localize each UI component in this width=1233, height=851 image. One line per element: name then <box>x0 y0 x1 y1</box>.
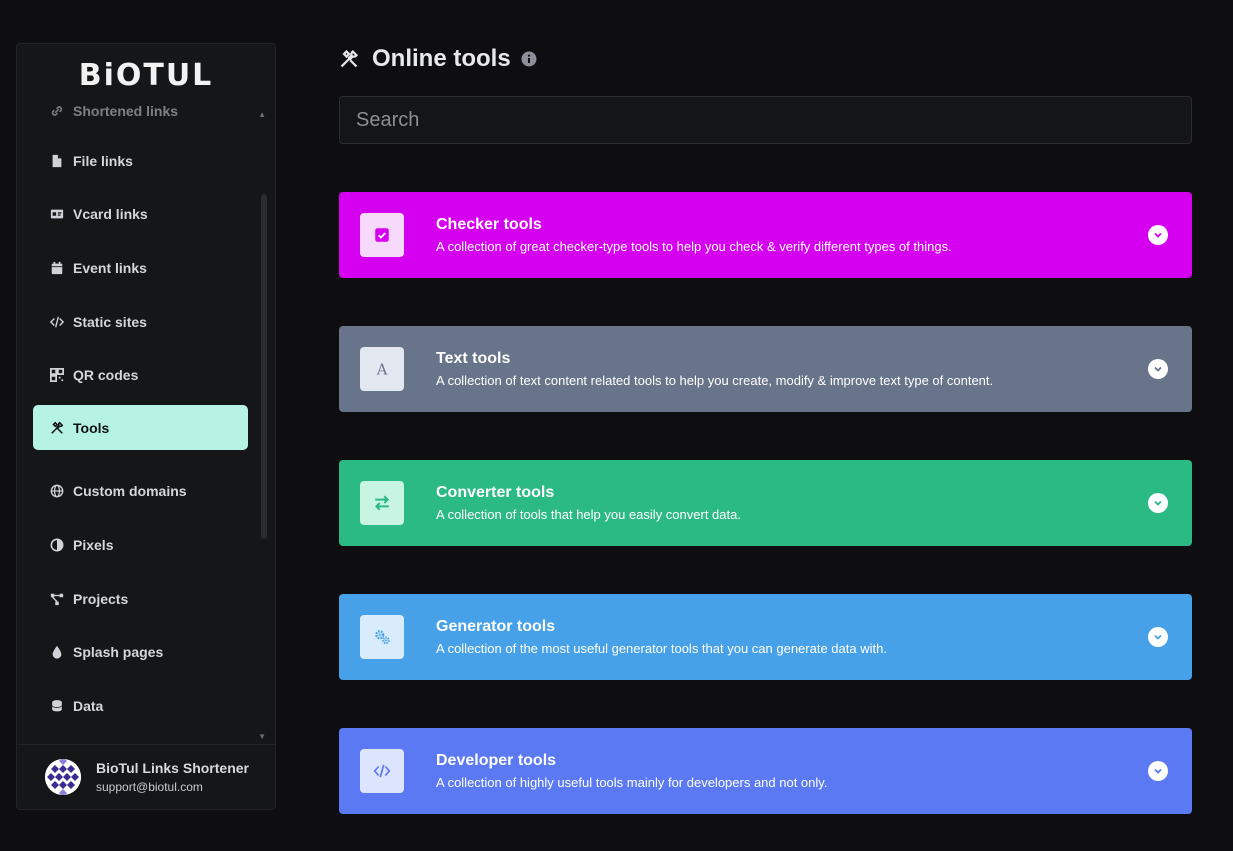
sidebar-item-label: Tools <box>73 419 110 436</box>
tools-icon <box>50 421 64 435</box>
sidebar-item-label: QR codes <box>73 366 139 383</box>
sidebar-item-label: Data <box>73 697 104 714</box>
user-name: BioTul Links Shortener <box>96 760 249 776</box>
category-card-converter-tools[interactable]: Converter tools A collection of tools th… <box>339 460 1192 546</box>
card-description: A collection of text content related too… <box>436 373 994 388</box>
card-description: A collection of the most useful generato… <box>436 641 887 656</box>
logo-text: BiOTUL <box>78 57 214 93</box>
chevron-down-icon[interactable] <box>1148 761 1168 781</box>
svg-text:A: A <box>376 362 388 378</box>
chevron-down-icon[interactable] <box>1148 225 1168 245</box>
globe-icon <box>50 484 64 498</box>
card-title: Text tools <box>436 350 511 367</box>
card-title: Developer tools <box>436 752 557 769</box>
page-title: Online tools <box>372 45 511 72</box>
user-profile[interactable]: BioTul Links Shortener support@biotul.co… <box>17 744 275 809</box>
check-square-icon <box>360 213 404 257</box>
scroll-down-arrow[interactable]: ▼ <box>258 732 266 741</box>
sidebar-item-label: Pixels <box>73 536 114 553</box>
main-content: Online tools Checker tools A collection … <box>339 40 1192 814</box>
project-diagram-icon <box>50 592 64 606</box>
exchange-icon <box>360 481 404 525</box>
page-header: Online tools <box>339 40 1192 78</box>
card-title: Generator tools <box>436 618 556 635</box>
sidebar-item-label: Vcard links <box>73 205 148 222</box>
sidebar-item-custom-domains[interactable]: Custom domains <box>33 468 248 513</box>
sidebar-item-projects[interactable]: Projects <box>33 576 248 621</box>
link-icon <box>50 106 64 118</box>
card-title: Converter tools <box>436 484 555 501</box>
info-icon[interactable] <box>521 51 537 67</box>
sidebar-item-file-links[interactable]: File links <box>33 138 248 183</box>
sidebar-item-shortened-links[interactable]: Shortened links <box>33 106 248 133</box>
database-icon <box>50 699 64 713</box>
logo[interactable]: BiOTUL <box>17 44 275 106</box>
sidebar-item-vcard-links[interactable]: Vcard links <box>33 191 248 236</box>
avatar <box>45 759 81 795</box>
chevron-down-icon[interactable] <box>1148 627 1168 647</box>
chevron-down-icon[interactable] <box>1148 493 1168 513</box>
calendar-icon <box>50 261 64 275</box>
sidebar: BiOTUL Shortened links File links Vcard … <box>16 43 276 810</box>
card-description: A collection of highly useful tools main… <box>436 775 828 790</box>
scroll-up-arrow[interactable]: ▲ <box>258 110 266 119</box>
card-title: Checker tools <box>436 216 542 233</box>
qrcode-icon <box>50 367 64 382</box>
sidebar-item-label: Projects <box>73 590 129 607</box>
id-card-icon <box>50 207 64 221</box>
card-description: A collection of great checker-type tools… <box>436 239 952 254</box>
droplet-icon <box>50 645 64 659</box>
category-card-text-tools[interactable]: A Text tools A collection of text conten… <box>339 326 1192 412</box>
sidebar-item-label: Static sites <box>73 313 147 330</box>
sidebar-item-label: File links <box>73 152 133 169</box>
sidebar-item-tools[interactable]: Tools <box>33 405 248 450</box>
sidebar-nav: Shortened links File links Vcard links E… <box>17 106 275 746</box>
search-input[interactable] <box>339 96 1192 144</box>
category-card-developer-tools[interactable]: Developer tools A collection of highly u… <box>339 728 1192 814</box>
sidebar-scrollbar[interactable] <box>261 194 267 539</box>
category-card-checker-tools[interactable]: Checker tools A collection of great chec… <box>339 192 1192 278</box>
user-email: support@biotul.com <box>96 780 203 794</box>
adjust-icon <box>50 538 64 552</box>
sidebar-item-pixels[interactable]: Pixels <box>33 522 248 567</box>
sidebar-item-label: Splash pages <box>73 643 164 660</box>
sidebar-item-splash-pages[interactable]: Splash pages <box>33 629 248 674</box>
sidebar-item-label: Event links <box>73 259 147 276</box>
chevron-down-icon[interactable] <box>1148 359 1168 379</box>
font-icon: A <box>360 347 404 391</box>
sidebar-item-qr-codes[interactable]: QR codes <box>33 352 248 397</box>
category-card-generator-tools[interactable]: Generator tools A collection of the most… <box>339 594 1192 680</box>
sidebar-item-label: Shortened links <box>73 106 179 119</box>
sidebar-item-event-links[interactable]: Event links <box>33 245 248 290</box>
file-icon <box>50 154 64 168</box>
tools-icon <box>339 49 359 69</box>
card-description: A collection of tools that help you easi… <box>436 507 741 522</box>
cogs-icon <box>360 615 404 659</box>
code-icon <box>360 749 404 793</box>
code-icon <box>50 315 64 329</box>
sidebar-item-data[interactable]: Data <box>33 683 248 728</box>
sidebar-item-static-sites[interactable]: Static sites <box>33 299 248 344</box>
sidebar-item-label: Custom domains <box>73 482 187 499</box>
